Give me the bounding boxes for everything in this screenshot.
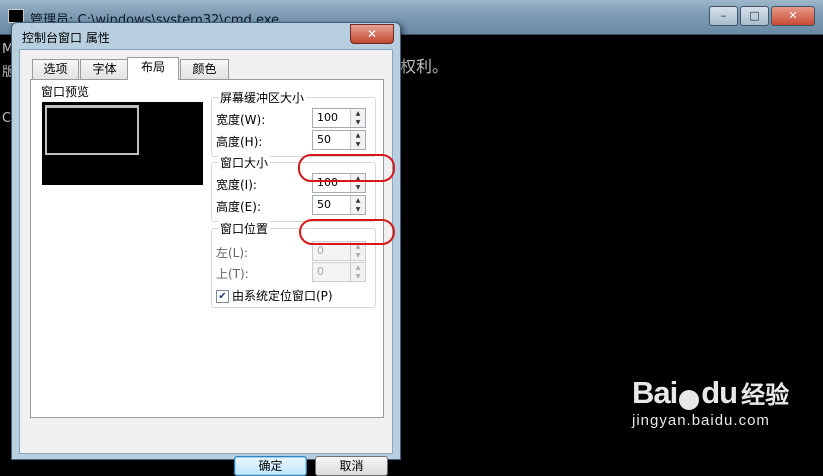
- position-top-row: 上(T): 0 ▲ ▼: [216, 262, 371, 282]
- spin-down-icon[interactable]: ▼: [351, 251, 365, 260]
- watermark-url: jingyan.baidu.com: [632, 412, 770, 429]
- watermark-brand: 经验: [741, 381, 790, 409]
- position-left-label: 左(L):: [216, 246, 249, 260]
- window-size-title: 窗口大小: [218, 154, 271, 171]
- watermark-logo-text: Bai: [632, 375, 678, 410]
- buffer-width-label: 宽度(W):: [216, 113, 266, 127]
- auto-position-label[interactable]: 由系统定位窗口(P): [232, 289, 333, 303]
- buffer-height-label: 高度(H):: [216, 135, 263, 149]
- tab-layout[interactable]: 布局: [127, 57, 179, 80]
- spin-up-icon[interactable]: ▲: [351, 109, 365, 118]
- cancel-button[interactable]: 取消: [315, 456, 388, 476]
- position-top-value[interactable]: 0: [317, 265, 324, 278]
- spin-down-icon[interactable]: ▼: [351, 140, 365, 149]
- maximize-button[interactable]: □: [740, 6, 769, 26]
- spin-down-icon[interactable]: ▼: [351, 205, 365, 214]
- position-top-label: 上(T):: [216, 267, 249, 281]
- tab-colors[interactable]: 颜色: [180, 59, 229, 79]
- buffer-height-row: 高度(H): 50 ▲ ▼: [216, 130, 371, 150]
- spin-up-icon[interactable]: ▲: [351, 196, 365, 205]
- window-position-title: 窗口位置: [218, 220, 271, 237]
- window-height-stepper[interactable]: 50 ▲ ▼: [312, 195, 366, 215]
- tab-options[interactable]: 选项: [32, 59, 79, 79]
- watermark-logo-text-2: du: [701, 375, 738, 410]
- close-button[interactable]: ✕: [771, 6, 815, 26]
- auto-position-checkbox[interactable]: ✔: [216, 290, 229, 303]
- spin-up-icon[interactable]: ▲: [351, 131, 365, 140]
- window-height-row: 高度(E): 50 ▲ ▼: [216, 195, 371, 215]
- spin-down-icon[interactable]: ▼: [351, 272, 365, 281]
- preview-window-frame: [45, 105, 139, 155]
- spin-up-icon[interactable]: ▲: [351, 263, 365, 272]
- minimize-button[interactable]: –: [709, 6, 738, 26]
- paw-icon: [679, 389, 700, 410]
- highlight-buffer-height: [298, 154, 395, 182]
- buffer-size-title: 屏幕缓冲区大小: [218, 89, 307, 106]
- highlight-window-height: [299, 219, 395, 245]
- buffer-height-value[interactable]: 50: [317, 133, 331, 146]
- window-width-label: 宽度(I):: [216, 178, 257, 192]
- layout-tab-panel: 窗口预览 屏幕缓冲区大小 宽度(W): 100 ▲ ▼ 高度(H): 50 ▲ …: [30, 79, 395, 418]
- baidu-watermark: Bai du 经验 jingyan.baidu.com: [632, 375, 789, 429]
- tab-font[interactable]: 字体: [80, 59, 129, 79]
- buffer-width-stepper[interactable]: 100 ▲ ▼: [312, 108, 366, 128]
- buffer-width-row: 宽度(W): 100 ▲ ▼: [216, 108, 371, 128]
- dialog-title: 控制台窗口 属性: [22, 31, 110, 45]
- dialog-close-button[interactable]: ✕: [350, 24, 394, 44]
- ok-button[interactable]: 确定: [234, 456, 307, 476]
- buffer-height-stepper[interactable]: 50 ▲ ▼: [312, 130, 366, 150]
- console-output: 权利。: [400, 57, 449, 76]
- window-height-value[interactable]: 50: [317, 198, 331, 211]
- window-height-label: 高度(E):: [216, 200, 261, 214]
- spin-down-icon[interactable]: ▼: [351, 183, 365, 192]
- position-left-value[interactable]: 0: [317, 244, 324, 257]
- window-preview: [42, 102, 203, 185]
- preview-label: 窗口预览: [41, 85, 90, 99]
- spin-down-icon[interactable]: ▼: [351, 118, 365, 127]
- properties-dialog: 控制台窗口 属性 ✕ 选项 字体 布局 颜色 窗口预览 屏幕缓冲区大小 宽度(W…: [11, 22, 401, 476]
- auto-position-checkbox-row[interactable]: ✔ 由系统定位窗口(P): [216, 287, 333, 304]
- buffer-size-group: 屏幕缓冲区大小 宽度(W): 100 ▲ ▼ 高度(H): 50 ▲ ▼: [211, 89, 376, 157]
- buffer-width-value[interactable]: 100: [317, 111, 338, 124]
- cmd-app-icon: [8, 9, 24, 23]
- position-top-stepper[interactable]: 0 ▲ ▼: [312, 262, 366, 282]
